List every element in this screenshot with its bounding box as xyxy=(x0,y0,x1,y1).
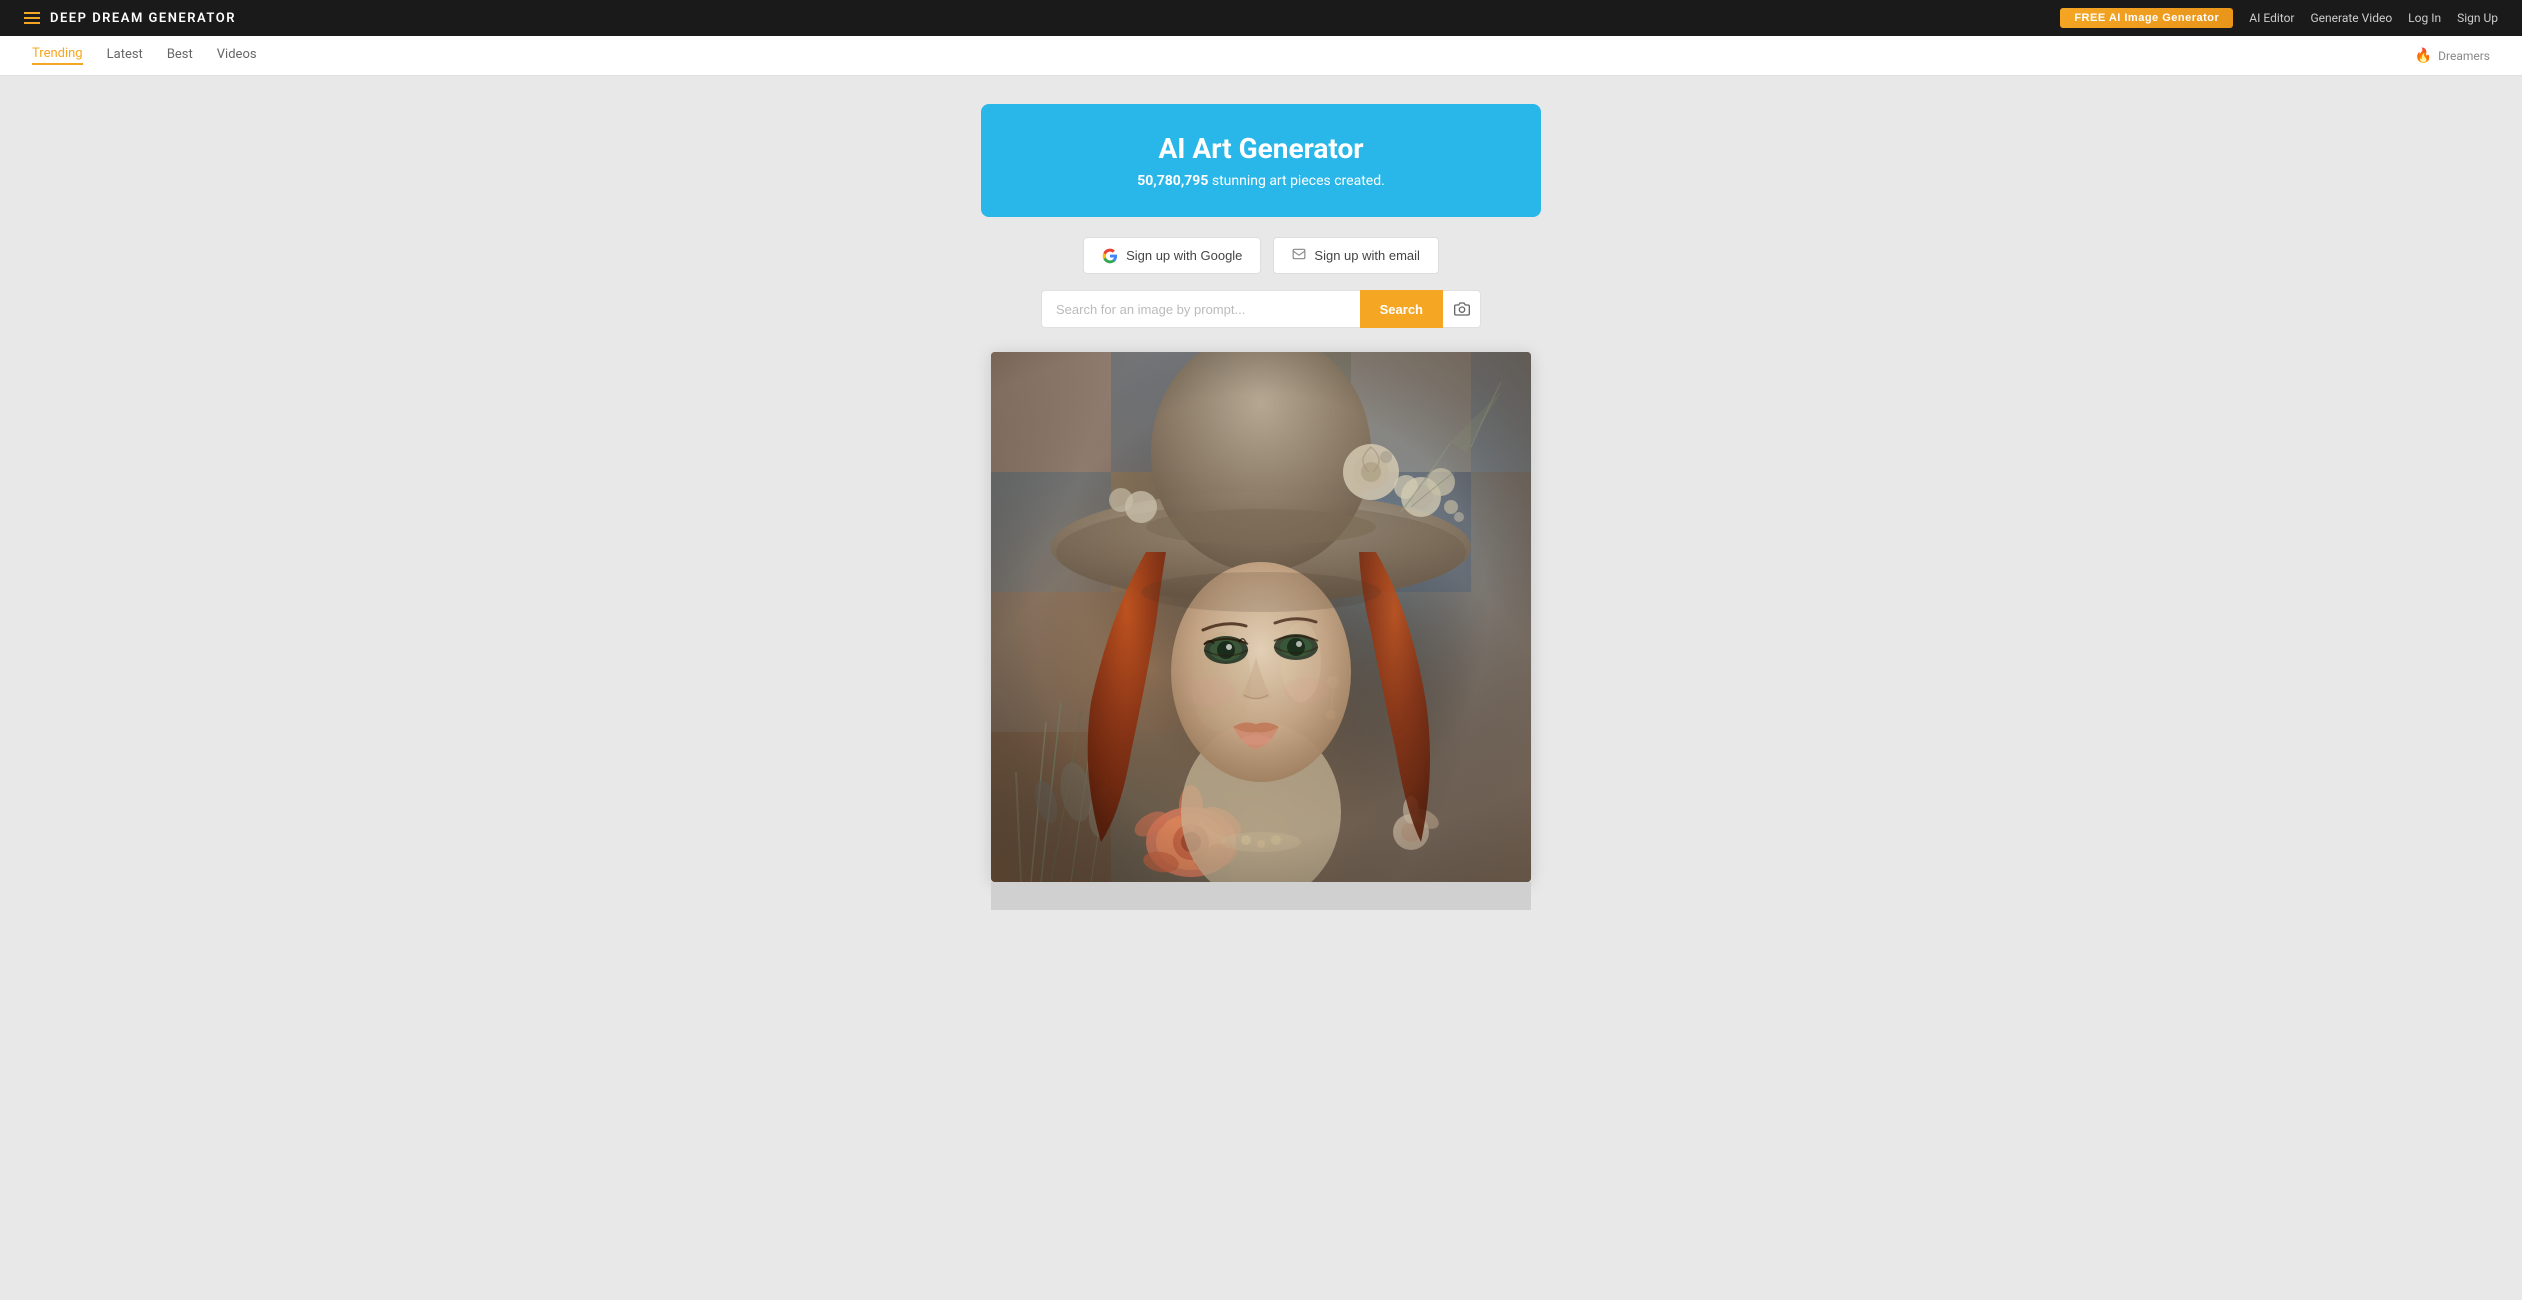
hero-banner: AI Art Generator 50,780,795 stunning art… xyxy=(981,104,1541,217)
main-artwork-container[interactable] xyxy=(991,352,1531,882)
camera-search-button[interactable] xyxy=(1443,290,1481,328)
bottom-strip xyxy=(991,882,1531,910)
artwork-svg xyxy=(991,352,1531,882)
search-button[interactable]: Search xyxy=(1360,290,1443,328)
top-navigation: DEEP DREAM GENERATOR FREE AI Image Gener… xyxy=(0,0,2522,36)
hero-subtitle-text: stunning art pieces created. xyxy=(1212,173,1385,189)
nav-left: DEEP DREAM GENERATOR xyxy=(24,11,236,26)
nav-link-login[interactable]: Log In xyxy=(2408,11,2441,25)
brand-name: DEEP DREAM GENERATOR xyxy=(50,11,236,26)
sub-nav-tabs: Trending Latest Best Videos xyxy=(32,46,257,65)
email-signup-button[interactable]: Sign up with email xyxy=(1273,237,1439,274)
google-signup-button[interactable]: Sign up with Google xyxy=(1083,237,1261,274)
google-signup-label: Sign up with Google xyxy=(1126,248,1242,263)
dreamers-section: 🔥 Dreamers xyxy=(2415,48,2490,64)
tab-videos[interactable]: Videos xyxy=(217,47,257,64)
sub-navigation: Trending Latest Best Videos 🔥 Dreamers xyxy=(0,36,2522,76)
free-ai-button[interactable]: FREE AI Image Generator xyxy=(2060,8,2233,28)
google-icon xyxy=(1102,248,1118,264)
auth-buttons: Sign up with Google Sign up with email xyxy=(1083,237,1439,274)
tab-trending[interactable]: Trending xyxy=(32,46,83,65)
hamburger-menu-icon[interactable] xyxy=(24,12,40,24)
camera-icon xyxy=(1454,301,1470,317)
hero-subtitle: 50,780,795 stunning art pieces created. xyxy=(1013,173,1509,189)
email-icon xyxy=(1292,247,1306,264)
search-input[interactable] xyxy=(1041,290,1360,328)
dreamers-icon: 🔥 xyxy=(2415,48,2432,64)
tab-best[interactable]: Best xyxy=(167,47,193,64)
nav-right: FREE AI Image Generator AI Editor Genera… xyxy=(2060,8,2498,28)
main-content: AI Art Generator 50,780,795 stunning art… xyxy=(0,76,2522,938)
hero-title: AI Art Generator xyxy=(1013,132,1509,165)
search-container: Search xyxy=(1041,290,1481,328)
tab-latest[interactable]: Latest xyxy=(107,47,143,64)
email-signup-label: Sign up with email xyxy=(1314,248,1420,263)
nav-link-signup[interactable]: Sign Up xyxy=(2457,11,2498,25)
main-artwork-image xyxy=(991,352,1531,882)
dreamers-label: Dreamers xyxy=(2438,49,2490,63)
nav-link-ai-editor[interactable]: AI Editor xyxy=(2249,11,2294,25)
hero-count: 50,780,795 xyxy=(1137,173,1208,189)
nav-link-generate-video[interactable]: Generate Video xyxy=(2310,11,2392,25)
